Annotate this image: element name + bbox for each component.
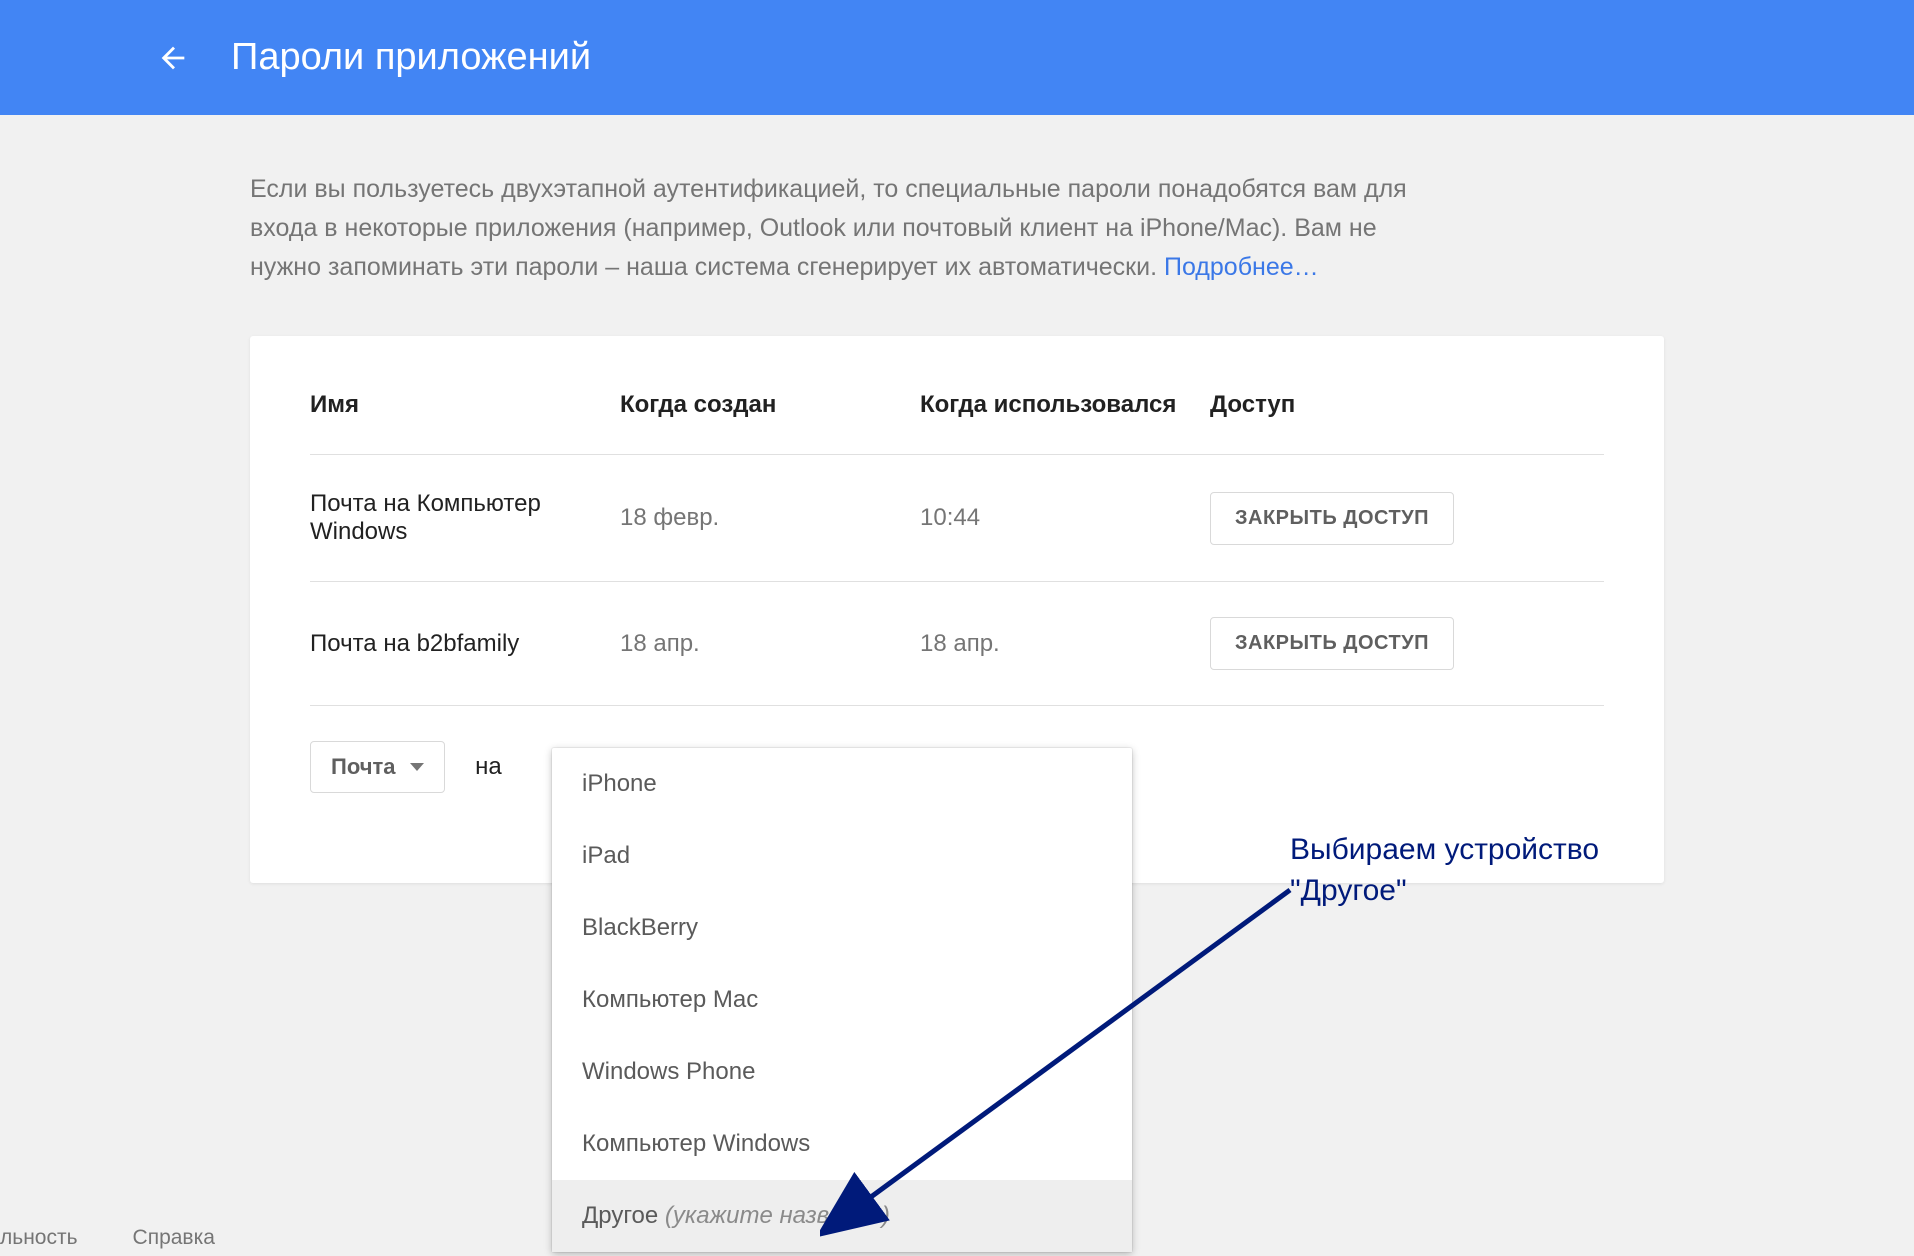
on-label: на [475, 753, 502, 780]
intro-text: Если вы пользуетесь двухэтапной аутентиф… [250, 170, 1430, 286]
caret-down-icon [410, 763, 424, 771]
cell-used: 10:44 [920, 455, 1210, 582]
page-title: Пароли приложений [231, 36, 591, 79]
device-item-winphone[interactable]: Windows Phone [552, 1036, 1132, 1108]
annotation-line2: "Другое" [1290, 871, 1750, 912]
revoke-button[interactable]: ЗАКРЫТЬ ДОСТУП [1210, 617, 1454, 670]
device-dropdown: iPhone iPad BlackBerry Компьютер Mac Win… [552, 748, 1132, 1252]
app-select-label: Почта [331, 754, 396, 780]
header-bar: Пароли приложений [0, 0, 1914, 115]
device-item-windows[interactable]: Компьютер Windows [552, 1108, 1132, 1180]
col-created: Когда создан [620, 391, 920, 455]
col-access: Доступ [1210, 391, 1604, 455]
learn-more-link[interactable]: Подробнее… [1164, 253, 1319, 281]
cell-used: 18 апр. [920, 582, 1210, 706]
footer-link-privacy[interactable]: льность [0, 1226, 78, 1250]
device-item-mac[interactable]: Компьютер Mac [552, 964, 1132, 1036]
app-select-dropdown[interactable]: Почта [310, 741, 445, 793]
revoke-button[interactable]: ЗАКРЫТЬ ДОСТУП [1210, 492, 1454, 545]
table-row: Почта на Компьютер Windows 18 февр. 10:4… [310, 455, 1604, 582]
device-item-blackberry[interactable]: BlackBerry [552, 892, 1132, 964]
footer-link-help[interactable]: Справка [133, 1226, 215, 1250]
cell-name: Почта на b2bfamily [310, 582, 620, 706]
device-item-other-hint: (укажите название) [665, 1202, 890, 1229]
col-name: Имя [310, 391, 620, 455]
device-item-iphone[interactable]: iPhone [552, 748, 1132, 820]
footer-links: льность Справка [0, 1226, 215, 1250]
cell-created: 18 апр. [620, 582, 920, 706]
device-item-other[interactable]: Другое (укажите название) [552, 1180, 1132, 1252]
device-item-ipad[interactable]: iPad [552, 820, 1132, 892]
table-row: Почта на b2bfamily 18 апр. 18 апр. ЗАКРЫ… [310, 582, 1604, 706]
back-arrow-icon[interactable] [155, 40, 191, 76]
annotation-text: Выбираем устройство "Другое" [1290, 830, 1750, 911]
cell-created: 18 февр. [620, 455, 920, 582]
device-item-other-label: Другое [582, 1202, 665, 1229]
cell-name: Почта на Компьютер Windows [310, 455, 620, 582]
col-used: Когда использовался [920, 391, 1210, 455]
annotation-line1: Выбираем устройство [1290, 830, 1750, 871]
